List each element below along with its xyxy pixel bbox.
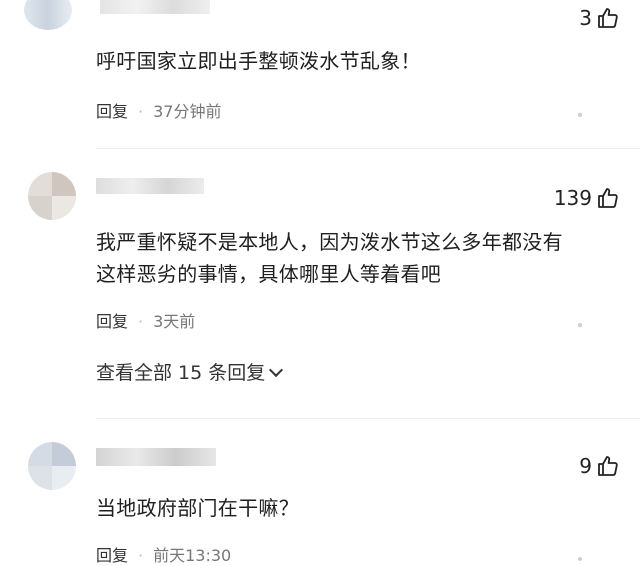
like-count: 139: [553, 186, 592, 210]
like-count: 3: [579, 6, 592, 30]
comment-text-line: 我严重怀疑不是本地人，因为泼水节这么多年都没有: [96, 230, 563, 254]
reply-button[interactable]: 回复: [96, 546, 128, 565]
avatar[interactable]: [28, 442, 76, 490]
like-count: 9: [579, 454, 592, 478]
thumbs-up-icon[interactable]: [596, 186, 620, 210]
comment-time: 37分钟前: [153, 102, 222, 121]
comment-item: 9 当地政府部门在干嘛？ 回复 · 前天13:30: [0, 430, 640, 565]
comment-text: 当地政府部门在干嘛？: [96, 492, 299, 524]
comment-item: 3 呼吁国家立即出手整顿泼水节乱象！ 回复 · 37分钟前: [0, 0, 640, 130]
username-blurred: [100, 0, 210, 14]
comment-text-line: 当地政府部门在干嘛？: [96, 496, 299, 520]
divider: [96, 418, 640, 419]
comment-text-line: 呼吁国家立即出手整顿泼水节乱象！: [96, 49, 421, 73]
comment-meta: 回复 · 3天前: [96, 312, 196, 331]
view-all-replies-label: 查看全部 15 条回复: [96, 362, 266, 384]
comment-meta: 回复 · 前天13:30: [96, 546, 232, 565]
comment-text: 呼吁国家立即出手整顿泼水节乱象！: [96, 45, 421, 77]
comment-time: 前天13:30: [153, 546, 232, 565]
divider: [96, 148, 640, 149]
comment-text: 我严重怀疑不是本地人，因为泼水节这么多年都没有 这样恶劣的事情，具体哪里人等着看…: [96, 226, 563, 290]
comment-item: 139 我严重怀疑不是本地人，因为泼水节这么多年都没有 这样恶劣的事情，具体哪里…: [0, 160, 640, 400]
thumbs-up-icon[interactable]: [596, 454, 620, 478]
avatar[interactable]: [24, 0, 72, 30]
chevron-down-icon: [269, 362, 284, 378]
more-dots-icon[interactable]: [578, 546, 588, 561]
avatar[interactable]: [28, 172, 76, 220]
view-all-replies-button[interactable]: 查看全部 15 条回复: [96, 358, 284, 385]
thumbs-up-icon[interactable]: [596, 6, 620, 30]
more-dots-icon[interactable]: [578, 102, 588, 117]
username-blurred: [96, 448, 216, 466]
username-blurred: [96, 178, 204, 194]
comment-text-line: 这样恶劣的事情，具体哪里人等着看吧: [96, 262, 442, 286]
more-dots-icon[interactable]: [578, 312, 588, 327]
reply-button[interactable]: 回复: [96, 312, 128, 331]
reply-button[interactable]: 回复: [96, 102, 128, 121]
comment-time: 3天前: [153, 312, 196, 331]
comment-meta: 回复 · 37分钟前: [96, 102, 222, 121]
